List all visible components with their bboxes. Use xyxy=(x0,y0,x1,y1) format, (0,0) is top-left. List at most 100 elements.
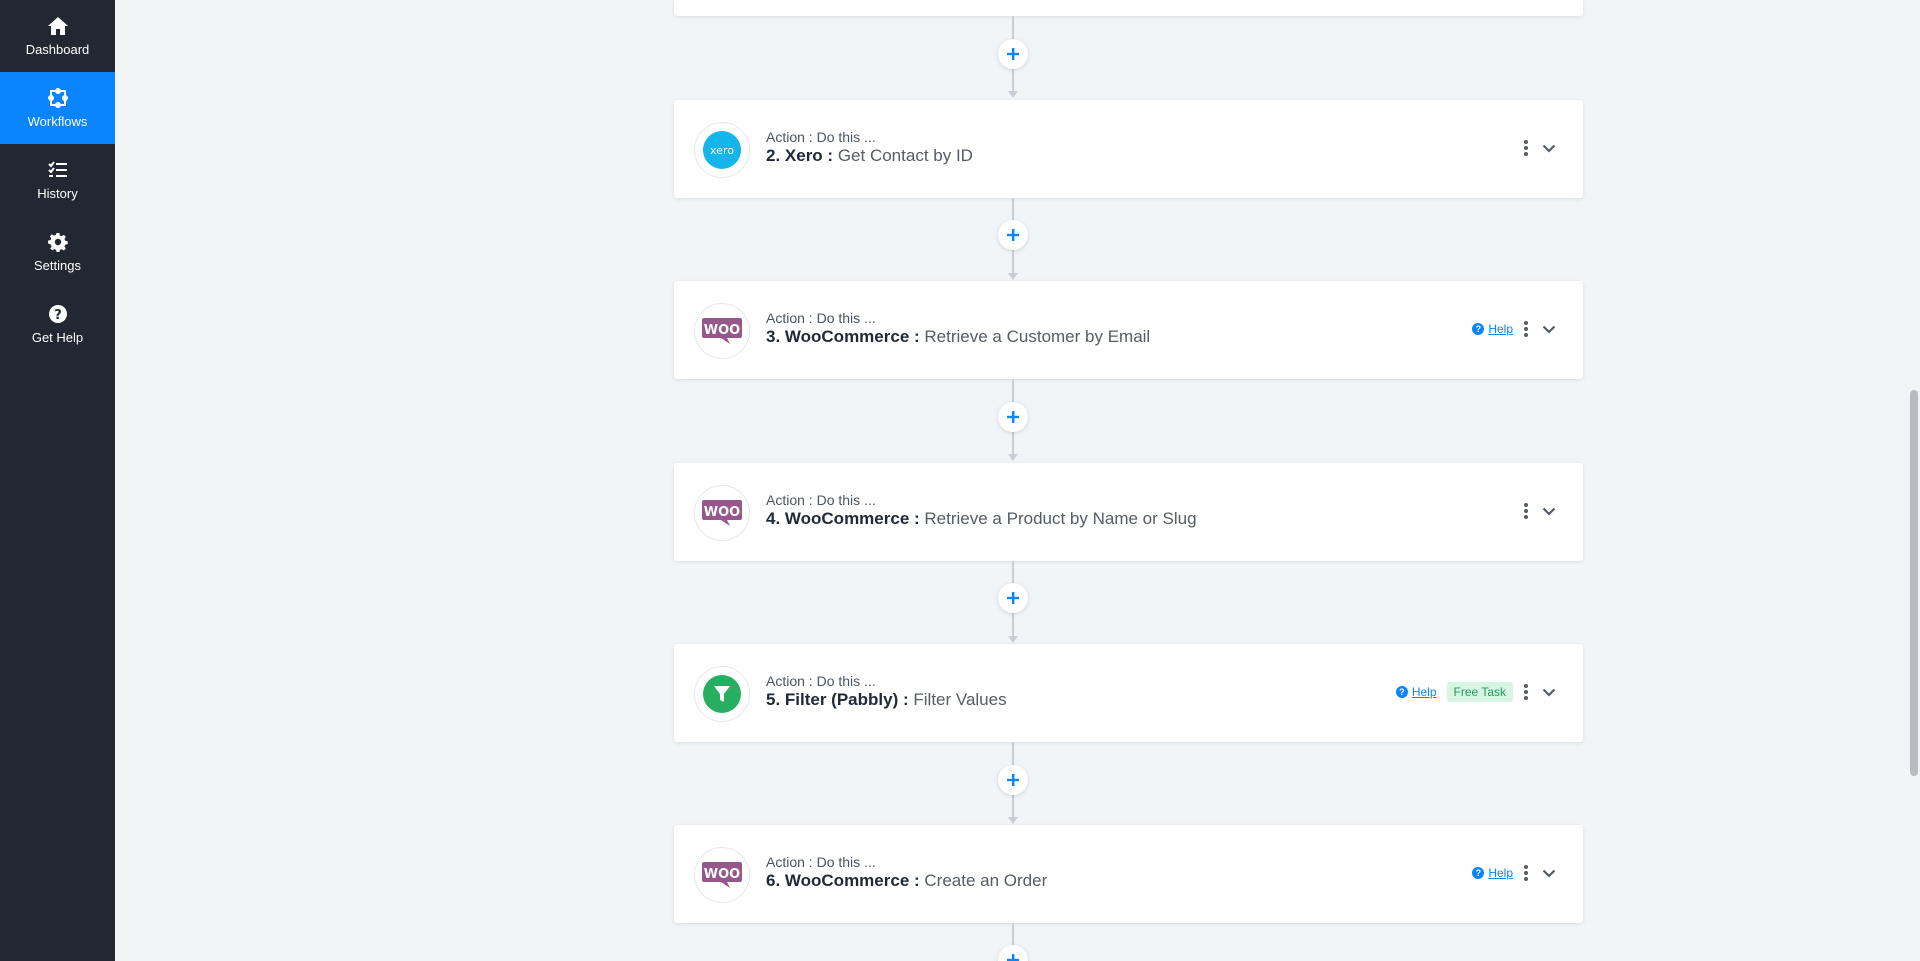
arrow-down-icon xyxy=(1008,91,1018,98)
help-label: Help xyxy=(1488,322,1513,336)
sidebar-item-settings[interactable]: Settings xyxy=(0,216,115,288)
step-app-name: 2. Xero : xyxy=(766,146,834,165)
sidebar-item-history[interactable]: History xyxy=(0,144,115,216)
sidebar-item-label: History xyxy=(37,186,78,201)
xero-logo-text: xero xyxy=(710,144,734,157)
step-card-woocommerce-customer[interactable]: WOO Action : Do this ... 3. WooCommerce … xyxy=(674,281,1583,379)
step-card-xero[interactable]: xero Action : Do this ... 2. Xero : Get … xyxy=(674,100,1583,198)
more-options-icon[interactable] xyxy=(1523,501,1529,521)
gear-icon xyxy=(47,231,69,253)
step-event-name: Retrieve a Product by Name or Slug xyxy=(924,509,1197,528)
add-step-button[interactable] xyxy=(998,765,1028,795)
step-kicker: Action : Do this ... xyxy=(766,492,876,508)
step-app-name: 6. WooCommerce : xyxy=(766,871,920,890)
step-title: 5. Filter (Pabbly) : Filter Values xyxy=(766,690,1007,710)
sidebar-item-get-help[interactable]: ? Get Help xyxy=(0,288,115,360)
question-circle-icon: ? xyxy=(1472,323,1485,335)
scrollbar-thumb[interactable] xyxy=(1910,390,1918,776)
step-title: 6. WooCommerce : Create an Order xyxy=(766,871,1047,891)
chevron-down-icon[interactable] xyxy=(1539,863,1559,883)
more-options-icon[interactable] xyxy=(1523,319,1529,339)
sidebar-item-label: Get Help xyxy=(31,330,84,345)
add-step-button[interactable] xyxy=(998,583,1028,613)
step-event-name: Create an Order xyxy=(924,871,1048,890)
sidebar-item-dashboard[interactable]: Dashboard xyxy=(0,0,115,72)
history-list-icon xyxy=(47,159,69,181)
step-card-previous[interactable] xyxy=(674,0,1583,16)
arrow-down-icon xyxy=(1008,454,1018,461)
step-kicker: Action : Do this ... xyxy=(766,673,876,689)
add-step-button[interactable] xyxy=(998,402,1028,432)
app-logo: WOO xyxy=(694,485,750,541)
step-event-name: Get Contact by ID xyxy=(837,146,973,165)
svg-text:?: ? xyxy=(54,308,62,323)
app-logo: WOO xyxy=(694,303,750,359)
more-options-icon[interactable] xyxy=(1523,138,1529,158)
more-options-icon[interactable] xyxy=(1523,682,1529,702)
plus-icon xyxy=(1007,48,1019,60)
step-card-woocommerce-order[interactable]: WOO Action : Do this ... 6. WooCommerce … xyxy=(674,825,1583,923)
step-app-name: 3. WooCommerce : xyxy=(766,327,920,346)
step-title: 4. WooCommerce : Retrieve a Product by N… xyxy=(766,509,1197,529)
plus-icon xyxy=(1007,411,1019,423)
question-circle-icon: ? xyxy=(1395,686,1408,698)
woo-logo-text: WOO xyxy=(704,505,740,520)
app-logo: xero xyxy=(694,122,750,178)
sidebar-item-label: Workflows xyxy=(27,114,88,129)
help-link[interactable]: ? Help xyxy=(1472,866,1513,880)
card-actions: ? Help xyxy=(1472,319,1559,339)
sidebar-item-workflows[interactable]: Workflows xyxy=(0,72,115,144)
step-app-name: 5. Filter (Pabbly) : xyxy=(766,690,909,709)
step-event-name: Filter Values xyxy=(913,690,1007,709)
plus-icon xyxy=(1007,229,1019,241)
arrow-down-icon xyxy=(1008,273,1018,280)
sidebar-item-label: Dashboard xyxy=(25,42,90,57)
app-logo xyxy=(694,666,750,722)
workflow-canvas: xero Action : Do this ... 2. Xero : Get … xyxy=(115,0,1905,961)
scrollbar-track[interactable] xyxy=(1908,0,1920,961)
help-label: Help xyxy=(1411,685,1437,699)
arrow-down-icon xyxy=(1008,817,1018,824)
help-label: Help xyxy=(1488,866,1513,880)
woocommerce-logo-icon: WOO xyxy=(702,500,742,526)
question-circle-icon: ? xyxy=(1472,867,1485,879)
woocommerce-logo-icon: WOO xyxy=(702,862,742,888)
plus-icon xyxy=(1007,592,1019,604)
step-card-woocommerce-product[interactable]: WOO Action : Do this ... 4. WooCommerce … xyxy=(674,463,1583,561)
chevron-down-icon[interactable] xyxy=(1539,501,1559,521)
question-circle-icon: ? xyxy=(47,303,69,325)
plus-icon xyxy=(1007,774,1019,786)
card-actions: ? Help xyxy=(1472,863,1559,883)
step-app-name: 4. WooCommerce : xyxy=(766,509,920,528)
add-step-button[interactable] xyxy=(998,945,1028,961)
more-options-icon[interactable] xyxy=(1523,863,1529,883)
woocommerce-logo-icon: WOO xyxy=(702,318,742,344)
step-kicker: Action : Do this ... xyxy=(766,310,876,326)
sidebar-item-label: Settings xyxy=(34,258,81,273)
card-actions xyxy=(1523,501,1559,521)
woo-logo-text: WOO xyxy=(704,323,740,338)
help-link[interactable]: ? Help xyxy=(1395,685,1437,699)
woo-logo-text: WOO xyxy=(704,867,740,882)
card-actions xyxy=(1523,138,1559,158)
arrow-down-icon xyxy=(1008,636,1018,643)
add-step-button[interactable] xyxy=(998,220,1028,250)
free-task-badge: Free Task xyxy=(1446,682,1513,702)
step-title: 2. Xero : Get Contact by ID xyxy=(766,146,973,166)
card-actions: ? Help Free Task xyxy=(1395,682,1559,702)
step-title: 3. WooCommerce : Retrieve a Customer by … xyxy=(766,327,1150,347)
app-logo: WOO xyxy=(694,847,750,903)
step-card-filter[interactable]: Action : Do this ... 5. Filter (Pabbly) … xyxy=(674,644,1583,742)
chevron-down-icon[interactable] xyxy=(1539,138,1559,158)
step-kicker: Action : Do this ... xyxy=(766,129,876,145)
step-event-name: Retrieve a Customer by Email xyxy=(924,327,1151,346)
chevron-down-icon[interactable] xyxy=(1539,319,1559,339)
add-step-button[interactable] xyxy=(998,39,1028,69)
help-link[interactable]: ? Help xyxy=(1472,322,1513,336)
plus-icon xyxy=(1007,954,1019,961)
step-kicker: Action : Do this ... xyxy=(766,854,876,870)
sidebar: Dashboard Workflows History Settings ? G… xyxy=(0,0,115,961)
chevron-down-icon[interactable] xyxy=(1539,682,1559,702)
filter-logo-icon xyxy=(703,675,741,713)
workflow-icon xyxy=(47,87,69,109)
